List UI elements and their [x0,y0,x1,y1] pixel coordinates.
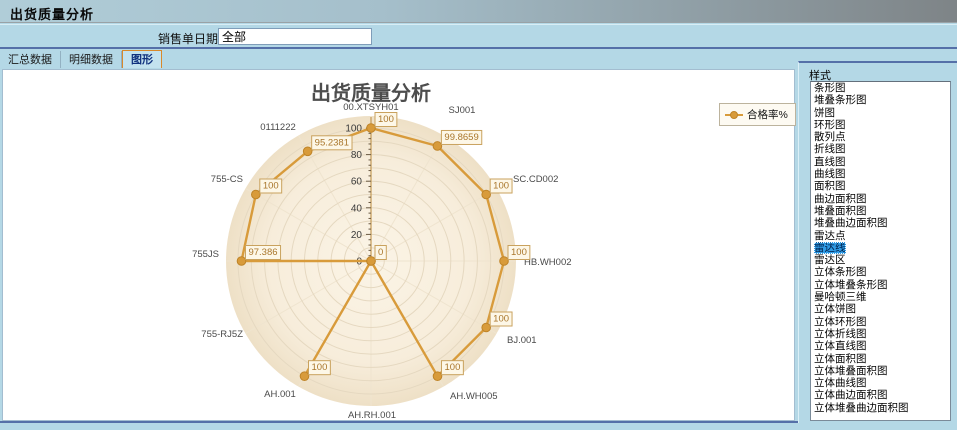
svg-text:AH.001: AH.001 [264,389,296,400]
sales-date-label: 销售单日期 [158,30,218,47]
list-item[interactable]: 曼哈顿三维 [811,291,950,303]
svg-text:100: 100 [493,314,509,325]
legend-label: 合格率% [747,107,788,122]
svg-text:755-RJ5Z: 755-RJ5Z [201,329,243,340]
filter-bar: 销售单日期 [0,24,957,47]
list-item[interactable]: 面积图 [811,180,950,192]
svg-text:AH.RH.001: AH.RH.001 [348,410,396,420]
svg-text:HB.WH002: HB.WH002 [524,257,572,268]
list-item[interactable]: 立体饼图 [811,303,950,315]
list-item[interactable]: 立体折线图 [811,328,950,340]
svg-text:100: 100 [445,362,461,373]
chart-panel: 出货质量分析 02040608010000.XTSYH01SJ001SC.CD0… [2,69,795,421]
svg-text:100: 100 [511,247,527,258]
style-listbox[interactable]: 条形图堆叠条形图饼图环形图散列点折线图直线图曲线图面积图曲边面积图堆叠面积图堆叠… [810,81,951,421]
svg-text:SC.CD002: SC.CD002 [513,174,558,185]
list-item[interactable]: 直线图 [811,156,950,168]
svg-text:60: 60 [351,177,363,188]
svg-text:SJ001: SJ001 [449,105,476,116]
svg-text:99.8659: 99.8659 [444,132,478,143]
chart-legend: 合格率% [719,103,796,126]
svg-text:BJ.001: BJ.001 [507,335,537,346]
svg-text:755JS: 755JS [192,249,219,260]
list-item[interactable]: 曲边面积图 [811,193,950,205]
list-item[interactable]: 立体堆叠曲边面积图 [811,402,950,414]
legend-line-dot-icon [725,111,743,119]
svg-text:20: 20 [351,230,363,241]
list-item[interactable]: 堆叠曲边面积图 [811,217,950,229]
list-item[interactable]: 立体堆叠条形图 [811,279,950,291]
radar-chart: 02040608010000.XTSYH01SJ001SC.CD002HB.WH… [3,70,794,420]
list-item[interactable]: 条形图 [811,82,950,94]
list-item[interactable]: 立体曲线图 [811,377,950,389]
list-item[interactable]: 立体直线图 [811,340,950,352]
svg-text:755-CS: 755-CS [211,174,243,185]
svg-text:100: 100 [378,114,394,125]
svg-text:100: 100 [263,181,279,192]
list-item[interactable]: 雷达区 [811,254,950,266]
svg-text:0: 0 [378,247,383,258]
list-item[interactable]: 立体堆叠面积图 [811,365,950,377]
svg-text:95.2381: 95.2381 [315,137,349,148]
chart-title: 出货质量分析 [311,77,431,106]
list-item[interactable]: 折线图 [811,143,950,155]
list-item[interactable]: 立体面积图 [811,353,950,365]
list-item[interactable]: 立体条形图 [811,266,950,278]
list-item[interactable]: 饼图 [811,107,950,119]
svg-text:100: 100 [312,362,328,373]
style-panel: 样式 条形图堆叠条形图饼图环形图散列点折线图直线图曲线图面积图曲边面积图堆叠面积… [798,61,957,423]
list-item[interactable]: 堆叠条形图 [811,94,950,106]
list-item[interactable]: 雷达线 [811,242,950,254]
bottom-strip [0,425,957,430]
list-item[interactable]: 环形图 [811,119,950,131]
svg-text:80: 80 [351,150,363,161]
svg-text:0111222: 0111222 [260,122,296,133]
tab-2[interactable]: 图形 [122,50,162,69]
svg-text:40: 40 [351,203,363,214]
list-item[interactable]: 散列点 [811,131,950,143]
page-title: 出货质量分析 [10,4,94,23]
svg-text:100: 100 [493,181,509,192]
list-item[interactable]: 堆叠面积图 [811,205,950,217]
list-item[interactable]: 雷达点 [811,230,950,242]
list-item[interactable]: 立体环形图 [811,316,950,328]
list-item[interactable]: 立体曲边面积图 [811,389,950,401]
window-titlebar: 出货质量分析 [0,0,957,23]
sales-date-input[interactable] [218,28,372,45]
tab-page-content: 出货质量分析 02040608010000.XTSYH01SJ001SC.CD0… [0,68,957,423]
svg-text:97.386: 97.386 [248,247,277,258]
svg-text:AH.WH005: AH.WH005 [450,391,498,402]
list-item[interactable]: 曲线图 [811,168,950,180]
